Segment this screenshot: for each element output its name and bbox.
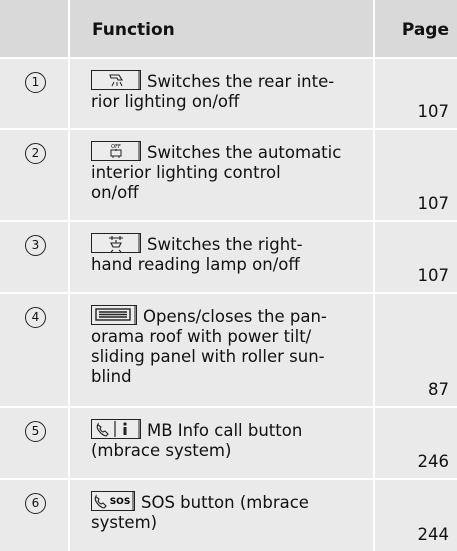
page-number: 244 xyxy=(417,525,450,544)
row-number: 4 xyxy=(25,307,46,328)
table-row: 1 Switches the rear inte- rior lighting … xyxy=(0,59,457,130)
sos-icon: SOS xyxy=(91,491,135,511)
header-number-cell xyxy=(0,0,70,57)
row-number: 3 xyxy=(25,235,46,256)
rear-interior-light-icon xyxy=(91,70,141,90)
table-header: Function Page xyxy=(0,0,457,59)
row-description: Opens/closes the pan- orama roof with po… xyxy=(91,305,327,386)
row-number: 2 xyxy=(25,143,46,164)
header-function-cell: Function xyxy=(70,0,375,57)
row-description: MB Info call button (mbrace system) xyxy=(91,419,303,460)
auto-interior-light-off-icon: OFF xyxy=(91,141,141,161)
reading-lamp-icon xyxy=(91,233,141,253)
row-number: 6 xyxy=(25,493,46,514)
table-row: 4 Opens/closes the pan- orama roof with … xyxy=(0,294,457,408)
header-page: Page xyxy=(401,20,449,40)
page-number: 246 xyxy=(417,452,450,471)
row-description: OFF Switches the automatic interior ligh… xyxy=(91,141,342,202)
table-row: 5 MB Info call button (mbrace system) 24… xyxy=(0,408,457,480)
table-row: 6 SOS SOS button (mbrace system) 244 xyxy=(0,480,457,551)
table-row: 3 Switches the right- hand reading lamp … xyxy=(0,222,457,294)
page-number: 107 xyxy=(417,194,450,213)
header-function: Function xyxy=(92,20,175,40)
mb-info-call-icon xyxy=(91,419,141,439)
table-row: 2 OFF Switches the automatic interior li… xyxy=(0,130,457,222)
function-table: Function Page 1 Switches the rear inte- … xyxy=(0,0,457,551)
panorama-roof-icon xyxy=(91,305,137,325)
row-number: 1 xyxy=(25,72,46,93)
header-page-cell: Page xyxy=(375,0,457,57)
svg-text:SOS: SOS xyxy=(110,497,131,507)
row-description: Switches the right- hand reading lamp on… xyxy=(91,233,303,274)
row-description: SOS SOS button (mbrace system) xyxy=(91,491,309,532)
row-number: 5 xyxy=(25,421,46,442)
page-number: 87 xyxy=(428,380,449,399)
row-description: Switches the rear inte- rior lighting on… xyxy=(91,70,335,111)
page-number: 107 xyxy=(417,266,450,285)
page-number: 107 xyxy=(417,102,450,121)
